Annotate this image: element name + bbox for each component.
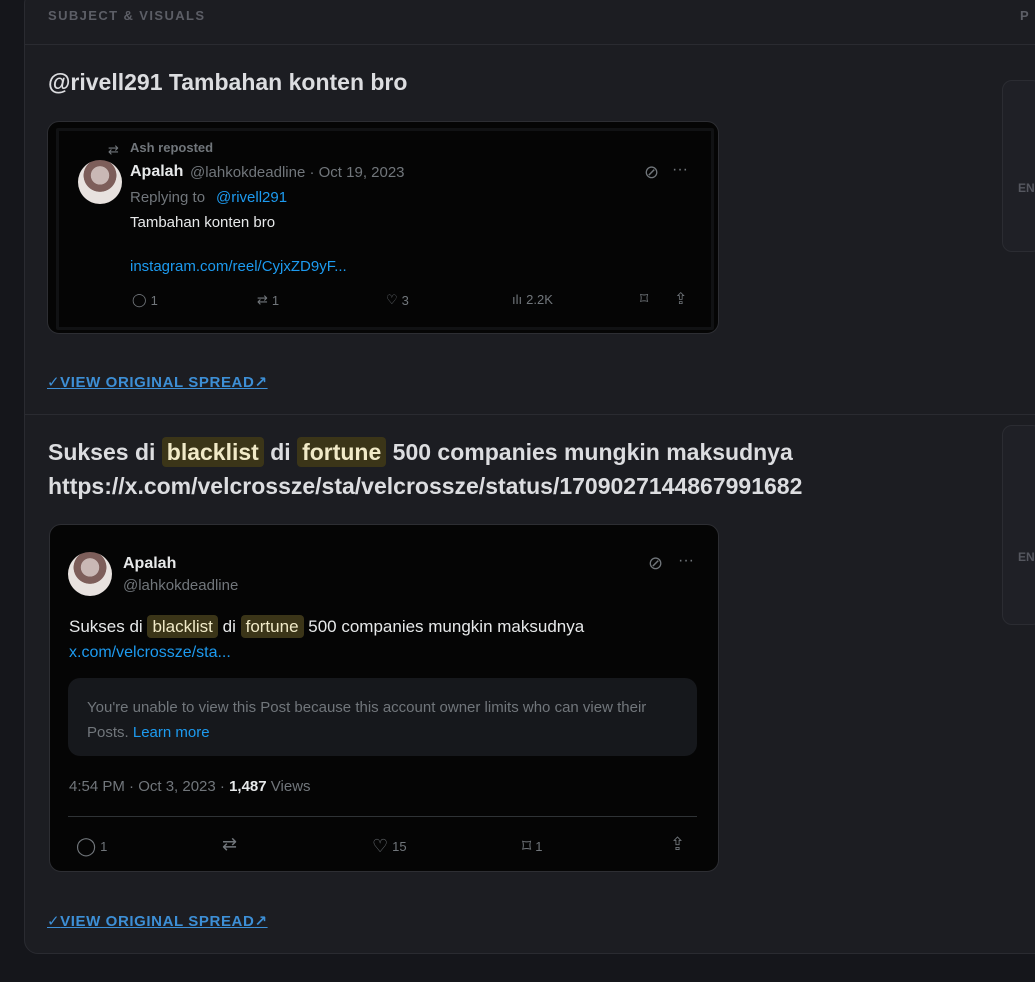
restricted-post-notice: You're unable to view this Post because … — [68, 678, 697, 756]
repost-label: Ash reposted — [130, 140, 214, 155]
tweet-divider — [68, 816, 697, 817]
header-divider — [25, 44, 1035, 45]
tweet-text-part: Sukses di — [69, 617, 148, 636]
more-icon: ··· — [672, 161, 688, 178]
avatar — [68, 552, 112, 596]
notice-text: You're unable to view this Post because … — [87, 695, 677, 745]
title-text: Sukses di — [48, 439, 162, 465]
replying-handle: @rivell291 — [216, 189, 288, 206]
tweet-text: Tambahan konten bro — [130, 214, 276, 231]
column-header-subject: SUBJECT & VISUALS — [48, 8, 206, 23]
side-card[interactable]: EN — [1002, 425, 1035, 625]
view-link-label: VIEW ORIGINAL SPREAD — [60, 913, 255, 930]
bookmark-stat: ⌑ 1 — [522, 836, 542, 857]
bookmark-icon: ⌑ — [640, 291, 649, 308]
repost-icon: ⇄ — [222, 834, 238, 854]
author-meta: @lahkokdeadline · Oct 19, 2023 — [190, 164, 405, 181]
title-text: 500 companies mungkin maksudnya — [386, 439, 793, 465]
share-icon: ⇪ — [670, 834, 686, 854]
side-card-label: EN — [1018, 550, 1035, 564]
keyword-highlight: blacklist — [147, 615, 218, 638]
post-divider — [25, 414, 1035, 415]
reply-icon: ◯ — [76, 836, 97, 856]
author-name: Apalah — [130, 163, 184, 180]
tweet-text: Sukses di blacklist di fortune 500 compa… — [69, 615, 585, 638]
view-original-spread-link[interactable]: ✓VIEW ORIGINAL SPREAD↗ — [47, 912, 268, 930]
bird-icon: ✓ — [47, 913, 61, 930]
repost-icon: ⇄ — [257, 292, 268, 307]
bird-icon: ✓ — [47, 374, 61, 391]
post-title-url: https://x.com/velcrossze/sta/velcrossze/… — [48, 473, 803, 499]
views-icon: ılı — [512, 292, 523, 307]
repost-count: 1 — [271, 292, 280, 308]
reply-count: 1 — [100, 839, 108, 854]
views-stat: ılı 2.2K — [512, 292, 553, 307]
keyword-highlight: fortune — [297, 437, 387, 467]
title-text: di — [263, 439, 298, 465]
tweet-text-part: di — [217, 617, 241, 636]
bookmark-count: 1 — [535, 839, 543, 854]
view-original-spread-link[interactable]: ✓VIEW ORIGINAL SPREAD↗ — [47, 373, 268, 391]
keyword-highlight: blacklist — [161, 437, 264, 467]
author-name: Apalah — [123, 555, 177, 572]
side-card-label: EN — [1018, 181, 1035, 195]
heart-icon: ♡ — [386, 292, 398, 307]
replying-prefix: Replying to — [130, 189, 206, 206]
timestamp-text: 4:54 PM · Oct 3, 2023 · — [69, 778, 230, 795]
learn-more-link: Learn more — [132, 724, 210, 741]
tweet-text-part: 500 companies mungkin maksudnya — [303, 617, 585, 636]
keyword-highlight: fortune — [240, 615, 304, 638]
reply-icon: ◯ — [132, 292, 147, 307]
like-count: 15 — [392, 839, 407, 854]
like-stat: ♡ 3 — [386, 292, 409, 308]
side-card[interactable]: EN — [1002, 80, 1035, 252]
reply-count: 1 — [150, 292, 158, 308]
column-header-right: P — [1020, 8, 1031, 23]
avatar — [78, 160, 122, 204]
like-stat: ♡ 15 — [372, 836, 407, 857]
repost-icon: ⇄ — [108, 142, 119, 157]
grok-icon: ⊘ — [648, 553, 664, 573]
reply-stat: ◯ 1 — [76, 836, 107, 857]
more-icon: ··· — [678, 552, 694, 569]
tweet-timestamp: 4:54 PM · Oct 3, 2023 · 1,487 Views — [69, 778, 311, 795]
heart-icon: ♡ — [372, 836, 389, 856]
like-count: 3 — [401, 292, 409, 308]
post-title: @rivell291 Tambahan konten bro — [48, 69, 408, 95]
tweet-link: x.com/velcrossze/sta... — [69, 644, 231, 661]
post-title: Sukses di blacklist di fortune 500 compa… — [48, 436, 793, 469]
bookmark-icon: ⌑ — [522, 836, 532, 856]
share-icon: ⇪ — [674, 291, 688, 308]
external-link-icon: ↗ — [254, 374, 268, 391]
tweet-link: instagram.com/reel/CyjxZD9yF... — [130, 258, 347, 275]
tweet-screenshot: ⇄ Ash reposted Apalah @lahkokdeadline · … — [47, 121, 719, 334]
view-link-label: VIEW ORIGINAL SPREAD — [60, 374, 255, 391]
grok-icon: ⊘ — [644, 162, 660, 182]
reply-stat: ◯ 1 — [132, 292, 158, 308]
external-link-icon: ↗ — [254, 913, 268, 930]
views-count: 1,487 — [229, 778, 267, 795]
views-label: Views — [266, 778, 311, 795]
views-count: 2.2K — [526, 292, 553, 307]
repost-stat: ⇄ 1 — [257, 292, 279, 308]
author-handle: @lahkokdeadline — [123, 577, 239, 594]
